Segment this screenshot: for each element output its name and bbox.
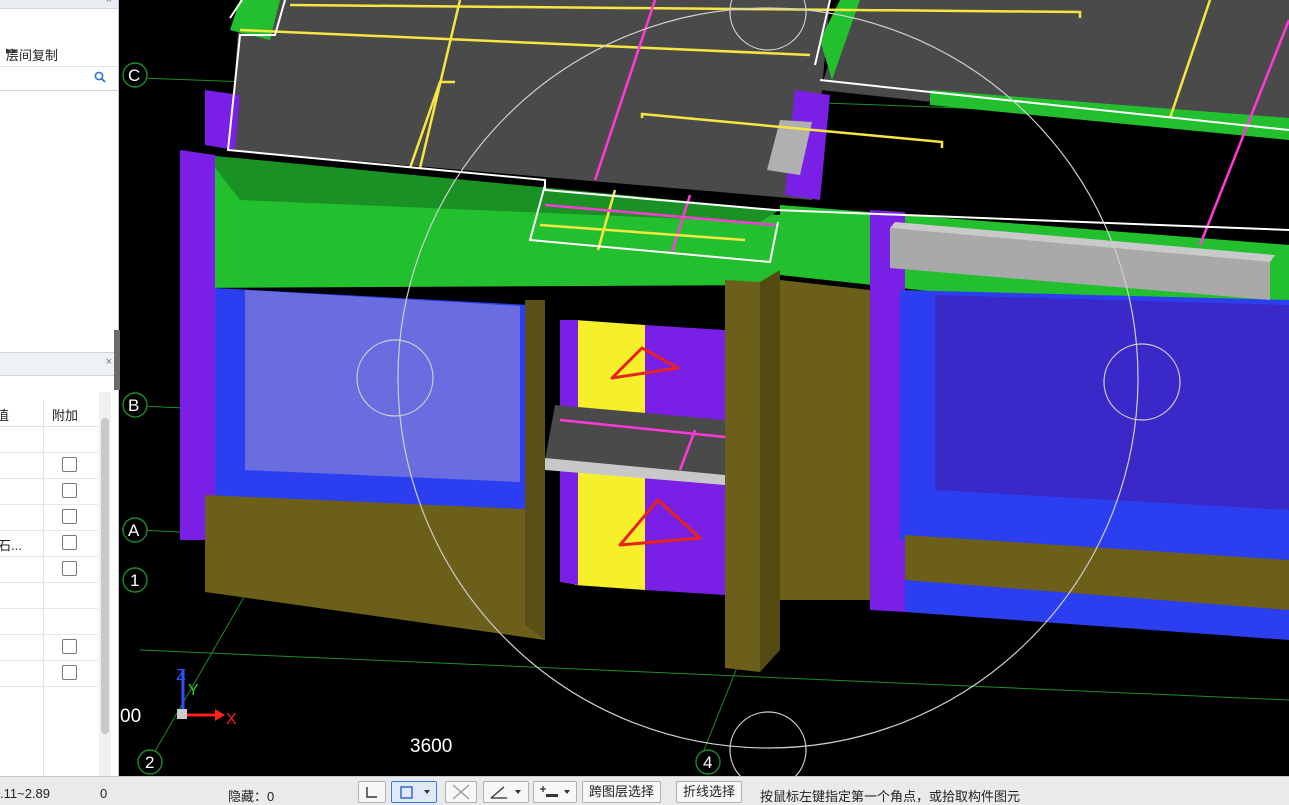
add-checkbox[interactable] <box>62 535 77 550</box>
row-value: 石... <box>0 538 22 553</box>
snap-icon[interactable] <box>391 781 437 803</box>
column-value-header: 值 <box>0 408 10 423</box>
table-row[interactable] <box>0 634 98 661</box>
close-icon[interactable]: × <box>106 0 112 6</box>
cross-layer-select-button[interactable]: 跨图层选择 <box>582 781 662 803</box>
olive-pillar-left[interactable] <box>525 300 545 640</box>
orthogonal-icon[interactable] <box>358 781 386 803</box>
dimension-text-partial: 00 <box>120 706 141 727</box>
polyline-select-button[interactable]: 折线选择 <box>676 781 743 803</box>
table-row[interactable] <box>0 426 98 453</box>
window-right-glass[interactable] <box>935 295 1289 510</box>
panel-titlebar: × <box>0 0 118 9</box>
add-checkbox[interactable] <box>62 665 77 680</box>
table-row[interactable] <box>0 478 98 505</box>
3d-viewport[interactable]: C B A 1 2 4 3600 00 X Y Z <box>120 0 1289 776</box>
close-icon[interactable]: × <box>106 356 112 368</box>
axis-label-1: 1 <box>130 571 139 590</box>
panel-divider: × <box>0 352 118 376</box>
cross-icon[interactable] <box>445 781 477 803</box>
table-row[interactable] <box>0 504 98 531</box>
hidden-count: 隐藏：0 <box>228 789 275 804</box>
column-left[interactable] <box>180 150 215 540</box>
scrollbar-thumb[interactable] <box>101 418 109 734</box>
angle-icon[interactable] <box>483 781 529 803</box>
property-table-header: 值 附加 <box>0 400 98 427</box>
window-left-glass[interactable] <box>245 290 520 482</box>
axis-x-label: X <box>226 711 237 728</box>
search-icon[interactable] <box>94 71 106 83</box>
status-bar: .11~2.89 0 隐藏：0 跨图层选择 折线选择 按鼠标左键指定第一个角点，… <box>0 776 1289 805</box>
axis-z-label: Z <box>176 667 186 684</box>
axis-label-a: A <box>128 521 140 540</box>
add-checkbox[interactable] <box>62 483 77 498</box>
layer-copy-button[interactable]: 层间复制 ▸▸ <box>0 38 118 67</box>
search-input[interactable] <box>0 68 118 91</box>
add-checkbox[interactable] <box>62 639 77 654</box>
more-icon[interactable]: ▸▸ <box>6 44 110 57</box>
axis-label-2: 2 <box>145 753 154 772</box>
table-row[interactable]: 石... <box>0 530 98 557</box>
status-hint: 按鼠标左键指定第一个角点，或拾取构件图元 <box>760 789 1021 804</box>
add-checkbox[interactable] <box>62 561 77 576</box>
elevation-range: .11~2.89 <box>0 786 51 801</box>
axis-label-c: C <box>128 66 140 85</box>
table-row[interactable] <box>0 660 98 687</box>
table-row[interactable] <box>0 582 98 609</box>
add-checkbox[interactable] <box>62 457 77 472</box>
status-zero: 0 <box>100 786 108 801</box>
olive-pillar[interactable] <box>725 280 760 672</box>
add-checkbox[interactable] <box>62 509 77 524</box>
olive-pillar-side[interactable] <box>760 270 780 672</box>
component-panel: × 层间复制 ▸▸ <box>0 0 118 352</box>
column-top-left[interactable] <box>205 90 240 150</box>
column-add-header: 附加 <box>52 408 79 423</box>
table-row[interactable] <box>0 556 98 583</box>
dimension-text: 3600 <box>410 736 452 757</box>
column-mid[interactable] <box>870 210 905 612</box>
axis-label-4: 4 <box>703 753 712 772</box>
left-panel: × 层间复制 ▸▸ × 值 附加 石... <box>0 0 119 776</box>
table-row[interactable] <box>0 452 98 479</box>
olive-wall-mid[interactable] <box>780 280 870 600</box>
axis-label-b: B <box>128 396 139 415</box>
offset-icon[interactable] <box>533 781 577 803</box>
table-row[interactable] <box>0 608 98 635</box>
axis-y-label: Y <box>188 682 199 699</box>
